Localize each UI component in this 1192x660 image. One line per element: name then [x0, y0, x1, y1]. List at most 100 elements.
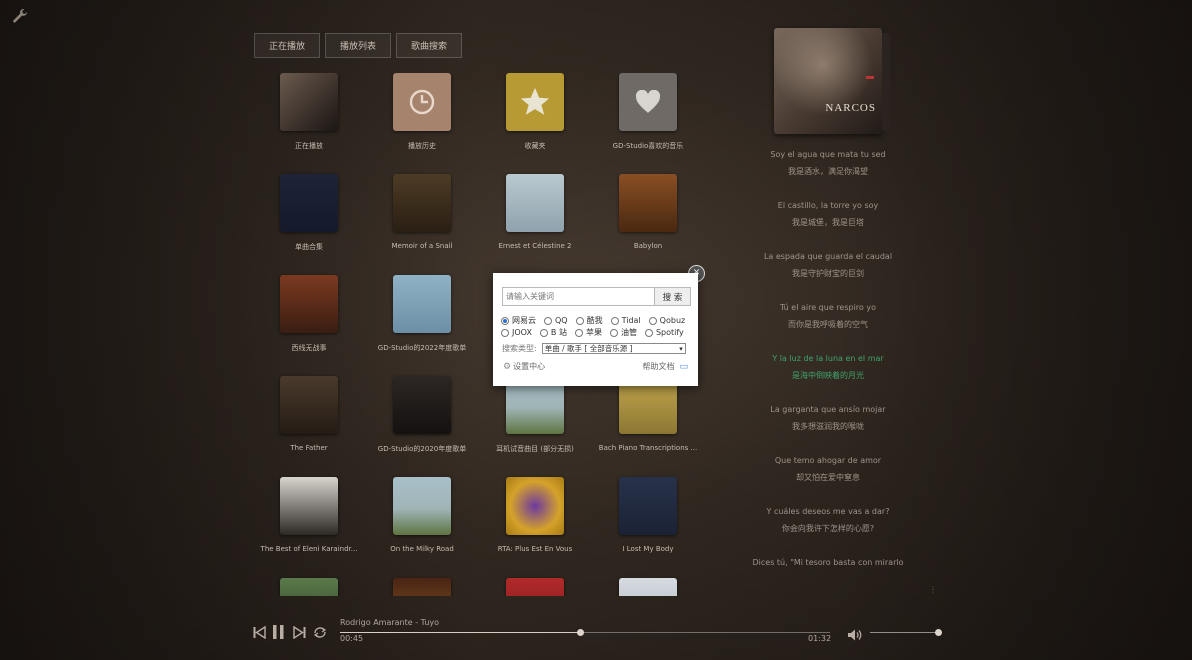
- tab-song-search[interactable]: 歌曲搜索: [396, 33, 463, 58]
- playlist-tile[interactable]: The Father: [253, 376, 366, 452]
- playlist-cover[interactable]: [280, 578, 338, 596]
- previous-icon[interactable]: [253, 624, 266, 643]
- volume-slider[interactable]: [870, 629, 942, 636]
- playlist-cover[interactable]: [280, 477, 338, 535]
- playlist-tile[interactable]: RTA: Plus Est En Vous: [478, 477, 592, 553]
- playlist-tile[interactable]: [478, 578, 592, 596]
- playlist-tile[interactable]: On the Milky Road: [365, 477, 479, 553]
- lyric-line: Tú el aire que respiro yo 而你是我呼吸着的空气: [740, 299, 916, 333]
- radio-button[interactable]: [575, 316, 584, 325]
- radio-button[interactable]: [648, 316, 657, 325]
- search-row: 搜 索: [502, 287, 691, 306]
- playlist-label: Bach Piano Transcriptions ...: [598, 444, 698, 452]
- playlist-label: 正在播放: [295, 142, 323, 150]
- playlist-cover[interactable]: [619, 477, 677, 535]
- playlist-label: 单曲合集: [295, 243, 323, 251]
- playlist-tile[interactable]: 西线无战事: [253, 275, 366, 353]
- source-option[interactable]: QQ: [544, 315, 568, 326]
- search-button[interactable]: 搜 索: [655, 287, 691, 306]
- search-type-select[interactable]: 单曲 / 歌手 [ 全部音乐源 ] ▾: [541, 343, 686, 354]
- radio-button[interactable]: [610, 316, 619, 325]
- source-option[interactable]: Qobuz: [648, 315, 685, 326]
- wrench-icon[interactable]: [12, 8, 30, 26]
- source-option[interactable]: 网易云: [501, 315, 536, 326]
- source-option[interactable]: 苹果: [574, 327, 602, 338]
- playlist-cover[interactable]: [393, 477, 451, 535]
- source-option[interactable]: 酷我: [575, 315, 603, 326]
- source-option[interactable]: JOOX: [501, 327, 532, 338]
- album-art-edge: [882, 33, 890, 131]
- playlist-tile[interactable]: GD-Studio喜欢的音乐: [591, 73, 705, 151]
- repeat-icon[interactable]: [313, 624, 327, 643]
- radio-button[interactable]: [539, 328, 548, 337]
- player-bar: Rodrigo Amarante - Tuyo 00:45 01:32: [250, 612, 950, 652]
- tab-now-playing[interactable]: 正在播放: [254, 33, 321, 58]
- radio-button[interactable]: [544, 316, 552, 325]
- radio-button[interactable]: [501, 316, 509, 325]
- playlist-cover[interactable]: [393, 174, 451, 232]
- playlist-tile[interactable]: [591, 578, 705, 596]
- playlist-label: I Lost My Body: [622, 545, 674, 553]
- playlist-cover[interactable]: [506, 578, 564, 596]
- playlist-tile[interactable]: Memoir of a Snail: [365, 174, 479, 250]
- playlist-cover[interactable]: [393, 376, 451, 434]
- playlist-cover[interactable]: [619, 174, 677, 232]
- more-icon[interactable]: ⋮: [929, 585, 937, 594]
- source-label: QQ: [555, 316, 568, 325]
- playlist-tile[interactable]: 收藏夹: [478, 73, 592, 151]
- playlist-tile[interactable]: 单曲合集: [253, 174, 366, 252]
- source-option[interactable]: Tidal: [610, 315, 641, 326]
- source-option[interactable]: B 站: [539, 327, 567, 338]
- playlist-tile[interactable]: [253, 578, 366, 596]
- playlist-tile[interactable]: Bach Piano Transcriptions ...: [591, 376, 705, 452]
- playlist-label: Memoir of a Snail: [391, 242, 453, 250]
- radio-button[interactable]: [574, 328, 583, 337]
- radio-button[interactable]: [644, 328, 653, 337]
- playlist-label: Babylon: [633, 242, 663, 250]
- source-option[interactable]: 油管: [609, 327, 637, 338]
- playlist-label: 收藏夹: [524, 142, 546, 150]
- playlist-tile[interactable]: Ernest et Célestine 2: [478, 174, 592, 250]
- playlist-label: 播放历史: [408, 142, 436, 150]
- next-icon[interactable]: [293, 624, 306, 643]
- playlist-cover[interactable]: [506, 477, 564, 535]
- volume-icon[interactable]: [848, 626, 863, 645]
- volume-handle[interactable]: [935, 629, 942, 636]
- playlist-cover[interactable]: [280, 376, 338, 434]
- playlist-cover[interactable]: [280, 174, 338, 232]
- radio-button[interactable]: [501, 328, 509, 337]
- radio-button[interactable]: [609, 328, 618, 337]
- playlist-cover[interactable]: [506, 73, 564, 131]
- playlist-tile[interactable]: I Lost My Body: [591, 477, 705, 553]
- progress-handle[interactable]: [577, 629, 585, 636]
- help-link[interactable]: 帮助文档 ▭: [642, 361, 688, 372]
- source-option[interactable]: Spotify: [644, 327, 684, 338]
- playlist-tile[interactable]: 正在播放: [253, 73, 366, 151]
- playlist-tile[interactable]: GD-Studio的2022年度歌单: [365, 275, 479, 353]
- settings-link[interactable]: ⚙ 设置中心: [503, 361, 545, 372]
- playlist-tile[interactable]: 耳机试音曲目 (部分无损): [478, 376, 592, 454]
- playlist-label: Ernest et Célestine 2: [498, 242, 572, 250]
- playlist-cover[interactable]: [393, 73, 451, 131]
- playlist-label: RTA: Plus Est En Vous: [497, 545, 573, 553]
- playlist-cover[interactable]: [393, 578, 451, 596]
- playlist-tile[interactable]: 播放历史: [365, 73, 479, 151]
- playlist-tile[interactable]: [365, 578, 479, 596]
- tab-playlists[interactable]: 播放列表: [325, 33, 392, 58]
- playlist-label: The Father: [290, 444, 328, 452]
- playlist-cover[interactable]: [280, 73, 338, 131]
- playlist-cover[interactable]: [619, 578, 677, 596]
- playlist-tile[interactable]: Babylon: [591, 174, 705, 250]
- playlist-tile[interactable]: The Best of Eleni Karaindr...: [253, 477, 366, 553]
- search-input[interactable]: [502, 287, 655, 306]
- lyric-original: Que temo ahogar de amor: [774, 456, 882, 465]
- playlist-cover[interactable]: [619, 73, 677, 131]
- playlist-cover[interactable]: [280, 275, 338, 333]
- album-art: NARCOS: [774, 28, 882, 134]
- playlist-cover[interactable]: [393, 275, 451, 333]
- source-label: 网易云: [512, 316, 536, 325]
- playlist-tile[interactable]: GD-Studio的2020年度歌单: [365, 376, 479, 454]
- pause-icon[interactable]: [273, 624, 284, 643]
- playlist-cover[interactable]: [506, 174, 564, 232]
- progress-slider[interactable]: [340, 629, 830, 636]
